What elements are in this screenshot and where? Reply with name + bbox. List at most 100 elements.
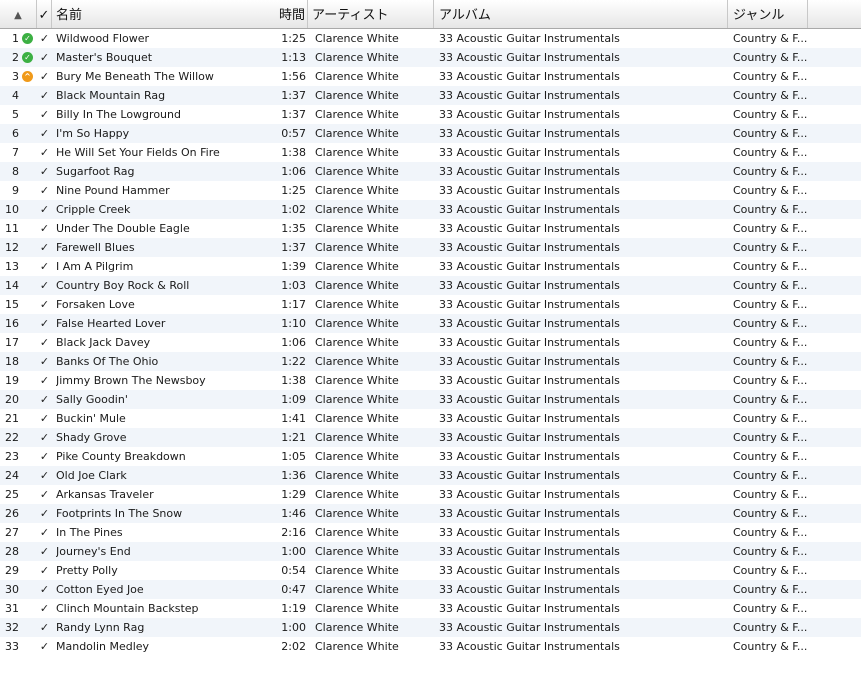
track-genre: Country & F... <box>733 545 807 558</box>
track-checkbox[interactable]: ✓ <box>37 181 52 200</box>
track-checkbox[interactable]: ✓ <box>37 428 52 447</box>
track-checkbox[interactable]: ✓ <box>37 124 52 143</box>
genre-column-header[interactable]: ジャンル <box>728 0 808 28</box>
table-row[interactable]: 6 ✓ I'm So Happy 0:57 Clarence White 33 Acous… <box>0 124 861 143</box>
table-row[interactable]: 26 ✓ Footprints In The Snow 1:46 Clarence Wh… <box>0 504 861 523</box>
track-time: 1:22 <box>281 355 306 368</box>
track-number: 20 <box>5 393 19 406</box>
table-row[interactable]: 32 ✓ Randy Lynn Rag 1:00 Clarence White 33 Ac… <box>0 618 861 637</box>
table-row[interactable]: 5 ✓ Billy In The Lowground 1:37 Clarence Whi… <box>0 105 861 124</box>
table-row[interactable]: 31 ✓ Clinch Mountain Backstep 1:19 Clarence … <box>0 599 861 618</box>
track-checkbox[interactable]: ✓ <box>37 580 52 599</box>
table-row[interactable]: 7 ✓ He Will Set Your Fields On Fire 1:38 Cla… <box>0 143 861 162</box>
table-row[interactable]: 29 ✓ Pretty Polly 0:54 Clarence White 33 Acou… <box>0 561 861 580</box>
track-checkbox[interactable]: ✓ <box>37 466 52 485</box>
track-time: 1:25 <box>281 32 306 45</box>
track-album: 33 Acoustic Guitar Instrumentals <box>439 431 620 444</box>
table-row[interactable]: 16 ✓ False Hearted Lover 1:10 Clarence White… <box>0 314 861 333</box>
track-name: Master's Bouquet <box>56 51 153 64</box>
track-status <box>21 162 35 181</box>
track-checkbox[interactable]: ✓ <box>37 409 52 428</box>
table-row[interactable]: 20 ✓ Sally Goodin' 1:09 Clarence White 33 Aco… <box>0 390 861 409</box>
track-checkbox[interactable]: ✓ <box>37 542 52 561</box>
table-row[interactable]: 11 ✓ Under The Double Eagle 1:35 Clarence Wh… <box>0 219 861 238</box>
track-checkbox[interactable]: ✓ <box>37 333 52 352</box>
table-row[interactable]: 17 ✓ Black Jack Davey 1:06 Clarence White 33 … <box>0 333 861 352</box>
album-column-header[interactable]: アルバム <box>434 0 728 28</box>
track-checkbox[interactable]: ✓ <box>37 276 52 295</box>
track-checkbox[interactable]: ✓ <box>37 238 52 257</box>
track-artist: Clarence White <box>315 184 399 197</box>
track-status <box>21 124 35 143</box>
track-genre: Country & F... <box>733 222 807 235</box>
table-row[interactable]: 19 ✓ Jimmy Brown The Newsboy 1:38 Clarence W… <box>0 371 861 390</box>
track-checkbox[interactable]: ✓ <box>37 219 52 238</box>
track-checkbox[interactable]: ✓ <box>37 257 52 276</box>
track-checkbox[interactable]: ✓ <box>37 162 52 181</box>
track-checkbox[interactable]: ✓ <box>37 352 52 371</box>
track-checkbox[interactable]: ✓ <box>37 561 52 580</box>
sort-by-number-column[interactable]: ▲ <box>0 0 37 28</box>
table-row[interactable]: 22 ✓ Shady Grove 1:21 Clarence White 33 Acous… <box>0 428 861 447</box>
track-checkbox[interactable]: ✓ <box>37 86 52 105</box>
track-checkbox[interactable]: ✓ <box>37 105 52 124</box>
track-status: ✓ <box>21 48 35 67</box>
track-album: 33 Acoustic Guitar Instrumentals <box>439 165 620 178</box>
track-artist: Clarence White <box>315 393 399 406</box>
table-row[interactable]: 4 ✓ Black Mountain Rag 1:37 Clarence White 33… <box>0 86 861 105</box>
table-row[interactable]: 23 ✓ Pike County Breakdown 1:05 Clarence Whi… <box>0 447 861 466</box>
table-row[interactable]: 8 ✓ Sugarfoot Rag 1:06 Clarence White 33 Acou… <box>0 162 861 181</box>
table-row[interactable]: 18 ✓ Banks Of The Ohio 1:22 Clarence White 33… <box>0 352 861 371</box>
table-row[interactable]: 9 ✓ Nine Pound Hammer 1:25 Clarence White 33 … <box>0 181 861 200</box>
table-row[interactable]: 15 ✓ Forsaken Love 1:17 Clarence White 33 Aco… <box>0 295 861 314</box>
track-status <box>21 86 35 105</box>
track-checkbox[interactable]: ✓ <box>37 143 52 162</box>
table-row[interactable]: 27 ✓ In The Pines 2:16 Clarence White 33 Acou… <box>0 523 861 542</box>
track-album: 33 Acoustic Guitar Instrumentals <box>439 298 620 311</box>
track-number: 33 <box>5 640 19 653</box>
track-name: Billy In The Lowground <box>56 108 181 121</box>
table-row[interactable]: 28 ✓ Journey's End 1:00 Clarence White 33 Aco… <box>0 542 861 561</box>
track-genre: Country & F... <box>733 241 807 254</box>
name-column-header[interactable]: 名前 時間 <box>52 0 308 28</box>
track-checkbox[interactable]: ✓ <box>37 637 52 656</box>
table-row[interactable]: 2 ✓ ✓ Master's Bouquet 1:13 Clarence White 33 … <box>0 48 861 67</box>
track-album: 33 Acoustic Guitar Instrumentals <box>439 488 620 501</box>
table-row[interactable]: 30 ✓ Cotton Eyed Joe 0:47 Clarence White 33 A… <box>0 580 861 599</box>
track-checkbox[interactable]: ✓ <box>37 200 52 219</box>
table-row[interactable]: 14 ✓ Country Boy Rock & Roll 1:03 Clarence W… <box>0 276 861 295</box>
track-checkbox[interactable]: ✓ <box>37 371 52 390</box>
track-checkbox[interactable]: ✓ <box>37 314 52 333</box>
track-number: 24 <box>5 469 19 482</box>
track-genre: Country & F... <box>733 469 807 482</box>
track-checkbox[interactable]: ✓ <box>37 485 52 504</box>
track-number: 10 <box>5 203 19 216</box>
track-album: 33 Acoustic Guitar Instrumentals <box>439 241 620 254</box>
track-checkbox[interactable]: ✓ <box>37 295 52 314</box>
track-checkbox[interactable]: ✓ <box>37 48 52 67</box>
table-row[interactable]: 21 ✓ Buckin' Mule 1:41 Clarence White 33 Acou… <box>0 409 861 428</box>
time-column-header[interactable]: 時間 <box>279 0 305 28</box>
track-genre: Country & F... <box>733 165 807 178</box>
track-checkbox[interactable]: ✓ <box>37 29 52 48</box>
track-checkbox[interactable]: ✓ <box>37 67 52 86</box>
table-row[interactable]: 25 ✓ Arkansas Traveler 1:29 Clarence White 33… <box>0 485 861 504</box>
track-artist: Clarence White <box>315 602 399 615</box>
table-row[interactable]: 1 ✓ ✓ Wildwood Flower 1:25 Clarence White 33 A… <box>0 29 861 48</box>
track-genre: Country & F... <box>733 184 807 197</box>
table-row[interactable]: 33 ✓ Mandolin Medley 2:02 Clarence White 33 A… <box>0 637 861 656</box>
artist-column-header[interactable]: アーティスト <box>308 0 434 28</box>
track-checkbox[interactable]: ✓ <box>37 390 52 409</box>
track-checkbox[interactable]: ✓ <box>37 447 52 466</box>
checkbox-column-header[interactable]: ✓ <box>37 0 52 28</box>
track-album: 33 Acoustic Guitar Instrumentals <box>439 32 620 45</box>
track-checkbox[interactable]: ✓ <box>37 618 52 637</box>
track-checkbox[interactable]: ✓ <box>37 523 52 542</box>
table-row[interactable]: 10 ✓ Cripple Creek 1:02 Clarence White 33 Aco… <box>0 200 861 219</box>
table-row[interactable]: 24 ✓ Old Joe Clark 1:36 Clarence White 33 Aco… <box>0 466 861 485</box>
track-checkbox[interactable]: ✓ <box>37 599 52 618</box>
track-checkbox[interactable]: ✓ <box>37 504 52 523</box>
table-row[interactable]: 13 ✓ I Am A Pilgrim 1:39 Clarence White 33 Ac… <box>0 257 861 276</box>
table-row[interactable]: 3 ^ ✓ Bury Me Beneath The Willow 1:56 Clarenc… <box>0 67 861 86</box>
table-row[interactable]: 12 ✓ Farewell Blues 1:37 Clarence White 33 Ac… <box>0 238 861 257</box>
